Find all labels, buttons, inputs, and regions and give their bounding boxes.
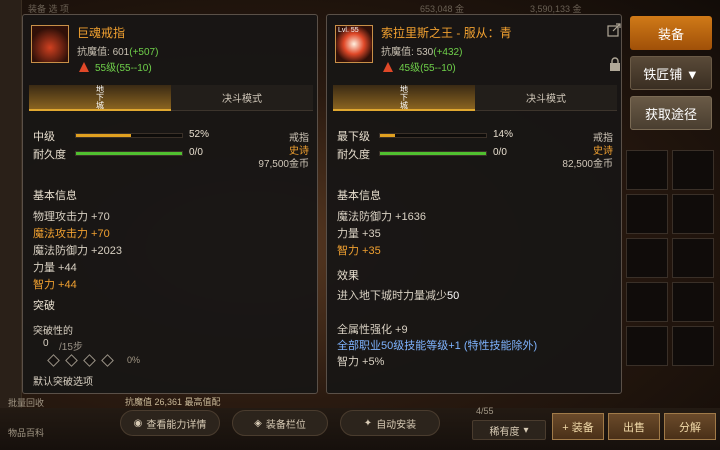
breakthrough-step-icon (83, 354, 96, 367)
durability-label: 耐久度 (33, 149, 66, 161)
item-header: 巨魂戒指 抗魔值: 601(+507) 55级(55--10) (29, 21, 321, 79)
breakthrough-steps-label: /15步 (59, 342, 83, 353)
basic-info-title: 基本信息 (33, 190, 77, 202)
lock-icon[interactable] (609, 57, 621, 71)
inventory-slot[interactable] (672, 238, 714, 278)
level-badge: Lvl. 55 (338, 27, 359, 34)
stat-line: 力量 +35 (337, 228, 381, 240)
grade-label: 中级 (33, 131, 55, 143)
basic-info-title: 基本信息 (337, 190, 381, 202)
tab-dungeon[interactable]: 地下城 (29, 85, 171, 111)
breakthrough-step-icon (65, 354, 78, 367)
durability-bar (379, 151, 487, 156)
wing-icon (79, 61, 89, 72)
grade-bar (75, 133, 183, 138)
mode-tabs: 地下城 决斗模式 (29, 85, 313, 111)
inventory-slot[interactable] (672, 194, 714, 234)
blacksmith-button[interactable]: 铁匠铺 ▼ (630, 56, 712, 90)
grade-percent: 52% (189, 129, 210, 140)
breakthrough-steps-value: 0 (43, 338, 49, 349)
obtain-route-button[interactable]: 获取途径 (630, 96, 712, 130)
breakthrough-percent: 0% (127, 355, 141, 365)
stat-line: 智力 +44 (33, 279, 77, 291)
inventory-slot[interactable] (626, 238, 668, 278)
extra-stat-line: 智力 +5% (337, 356, 385, 368)
inventory-slot[interactable] (672, 326, 714, 366)
level-range: 55级(55--10) (95, 63, 152, 74)
inventory-slot[interactable] (626, 282, 668, 322)
slot-icon: ◈ (254, 417, 262, 429)
inventory-slot[interactable] (626, 150, 668, 190)
background-resist-text: 抗魔值 26,361 最高值配 (125, 397, 221, 407)
grade-bar (379, 133, 487, 138)
inventory-grid (626, 150, 720, 410)
stat-line: 物理攻击力 +70 (33, 211, 110, 223)
durability-bar (75, 151, 183, 156)
item-price: 97,500金币 (258, 159, 309, 170)
durability-label: 耐久度 (337, 149, 370, 161)
effect-title: 效果 (337, 270, 359, 282)
stat-line: 魔法防御力 +2023 (33, 245, 122, 257)
durability-value: 0/0 (189, 147, 203, 158)
wing-icon (383, 61, 393, 72)
grade-percent: 14% (493, 129, 514, 140)
eye-icon: ◉ (133, 417, 143, 429)
stat-line: 力量 +44 (33, 262, 77, 274)
view-ability-button[interactable]: ◉ 查看能力详情 (120, 410, 220, 436)
breakthrough-step-icon (101, 354, 114, 367)
item-wiki-link[interactable]: 物品百科 (8, 426, 44, 439)
grade-label: 最下级 (337, 131, 370, 143)
breakthrough-default-option[interactable]: 默认突破选项 (33, 373, 93, 388)
item-tooltip-left: 巨魂戒指 抗魔值: 601(+507) 55级(55--10) 地下城 决斗模式… (22, 14, 318, 394)
mode-tabs: 地下城 决斗模式 (333, 85, 617, 111)
tab-dungeon[interactable]: 地下城 (333, 85, 475, 111)
bag-count: 4/55 (476, 406, 494, 416)
breakthrough-title: 突破 (33, 300, 55, 312)
sell-button[interactable]: 出售 (608, 413, 660, 440)
tab-duel[interactable]: 决斗模式 (171, 85, 313, 111)
durability-value: 0/0 (493, 147, 507, 158)
stat-line: 魔法防御力 +1636 (337, 211, 426, 223)
item-name: 索拉里斯之王 - 服从：青 (381, 26, 512, 40)
left-edge-menu (0, 0, 22, 450)
extra-stat-line: 全部职业50级技能等级+1 (特性技能除外) (337, 340, 538, 352)
inventory-slot[interactable] (626, 326, 668, 366)
chevron-down-icon: ▾ (523, 424, 529, 436)
item-name: 巨魂戒指 (77, 26, 126, 40)
resist-line: 抗魔值: 530(+432) (381, 47, 463, 58)
equip-button[interactable]: 装备 (630, 16, 712, 50)
stat-line: 智力 +35 (337, 245, 381, 257)
tab-duel[interactable]: 决斗模式 (475, 85, 617, 111)
breakthrough-step-icon (47, 354, 60, 367)
item-tooltip-right: Lvl. 55 索拉里斯之王 - 服从：青 抗魔值: 530(+432) 45级… (326, 14, 622, 394)
item-header: Lvl. 55 索拉里斯之王 - 服从：青 抗魔值: 530(+432) 45级… (333, 21, 625, 79)
wrench-icon: ✦ (363, 417, 373, 429)
extra-stat-line: 全属性强化 +9 (337, 324, 408, 336)
level-range: 45级(55--10) (399, 63, 456, 74)
disassemble-button[interactable]: 分解 (664, 413, 716, 440)
auto-install-button[interactable]: ✦ 自动安装 (340, 410, 440, 436)
equip-slot-button[interactable]: ◈ 装备栏位 (232, 410, 328, 436)
ring-item-icon: Lvl. 55 (335, 25, 373, 63)
inventory-slot[interactable] (672, 150, 714, 190)
bulk-recycle-link[interactable]: 批量回收 (8, 396, 44, 409)
effect-line: 进入地下城时力量减少50 (337, 290, 460, 302)
inventory-slot[interactable] (672, 282, 714, 322)
resist-line: 抗魔值: 601(+507) (77, 47, 159, 58)
ring-item-icon (31, 25, 69, 63)
inventory-slot[interactable] (626, 194, 668, 234)
rarity-select[interactable]: 稀有度 ▾ (472, 420, 546, 440)
share-icon[interactable] (607, 23, 621, 37)
item-price: 82,500金币 (562, 159, 613, 170)
breakthrough-subtitle: 突破性的 (33, 326, 73, 337)
equip-action-button[interactable]: + 装备 (552, 413, 604, 440)
stat-line: 魔法攻击力 +70 (33, 228, 110, 240)
